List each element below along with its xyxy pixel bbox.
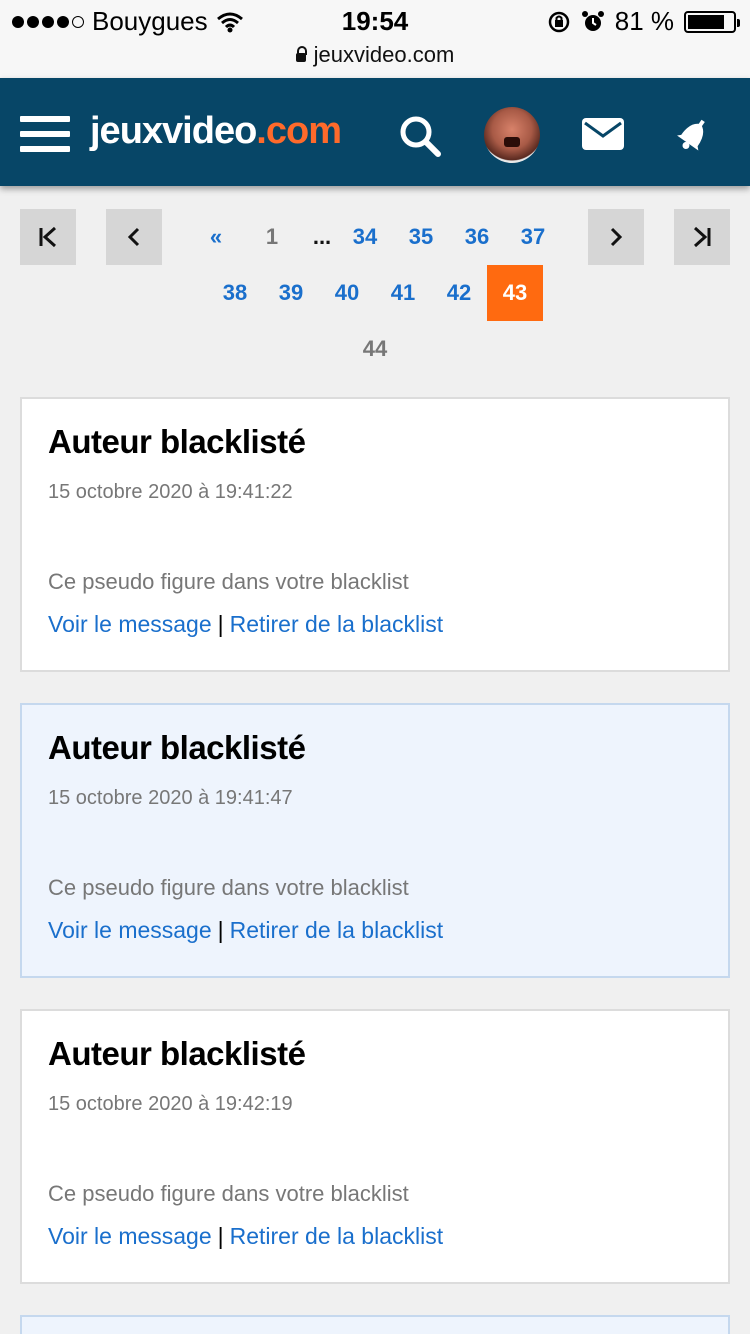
- post-date[interactable]: 15 octobre 2020 à 19:41:22: [48, 481, 293, 504]
- logo-main-text: jeuxvideo: [90, 110, 257, 152]
- page-link[interactable]: 38: [207, 265, 263, 321]
- view-message-link[interactable]: Voir le message: [48, 1223, 212, 1249]
- first-page-icon: [39, 226, 57, 248]
- page-link[interactable]: 36: [449, 209, 505, 265]
- post-author: Auteur blacklisté: [48, 1035, 306, 1072]
- page-current: 43: [487, 265, 543, 321]
- remove-blacklist-link[interactable]: Retirer de la blacklist: [230, 611, 443, 637]
- prev-page-button[interactable]: [106, 209, 162, 265]
- page-link[interactable]: 41: [375, 265, 431, 321]
- post-author: Auteur blacklisté: [48, 423, 306, 460]
- mail-icon[interactable]: [582, 118, 624, 150]
- blacklist-notice: Ce pseudo figure dans votre blacklist: [48, 1181, 409, 1206]
- blacklist-notice: Ce pseudo figure dans votre blacklist: [48, 875, 409, 900]
- address-bar[interactable]: jeuxvideo.com: [0, 42, 750, 68]
- page-link[interactable]: 44: [347, 321, 403, 377]
- view-message-link[interactable]: Voir le message: [48, 917, 212, 943]
- page-link[interactable]: 35: [393, 209, 449, 265]
- status-right: 81 %: [547, 6, 740, 37]
- page-link[interactable]: 39: [263, 265, 319, 321]
- post-card: Auteur blacklisté 15 octobre 2020 à 19:4…: [20, 1009, 730, 1284]
- page-link[interactable]: 40: [319, 265, 375, 321]
- menu-icon[interactable]: [20, 116, 70, 156]
- pagination: « 1 ... 34 35 36 37 38 39 40 41 42 43 44: [0, 186, 750, 386]
- status-bar: Bouygues 19:54 81 % jeuxvideo.com: [0, 0, 750, 78]
- page-link[interactable]: 42: [431, 265, 487, 321]
- url-text: jeuxvideo.com: [313, 42, 455, 67]
- post-actions: Voir le message | Retirer de la blacklist: [48, 1223, 443, 1250]
- logo-accent-text: .com: [256, 110, 342, 152]
- separator: |: [217, 611, 224, 637]
- avatar[interactable]: [484, 107, 540, 163]
- post-card-partial: [20, 1315, 730, 1334]
- blacklist-notice: Ce pseudo figure dans votre blacklist: [48, 569, 409, 594]
- last-page-icon: [693, 226, 711, 248]
- view-message-link[interactable]: Voir le message: [48, 611, 212, 637]
- remove-blacklist-link[interactable]: Retirer de la blacklist: [230, 917, 443, 943]
- post-date[interactable]: 15 octobre 2020 à 19:42:19: [48, 1093, 293, 1116]
- search-icon[interactable]: [398, 114, 442, 158]
- page-link[interactable]: 37: [505, 209, 561, 265]
- battery-icon: [684, 10, 740, 33]
- page-link[interactable]: 34: [337, 209, 393, 265]
- separator: |: [217, 1223, 224, 1249]
- site-header: jeuxvideo.com: [0, 78, 750, 186]
- site-logo[interactable]: jeuxvideo.com: [90, 110, 342, 153]
- remove-blacklist-link[interactable]: Retirer de la blacklist: [230, 1223, 443, 1249]
- last-page-button[interactable]: [674, 209, 730, 265]
- post-actions: Voir le message | Retirer de la blacklist: [48, 917, 443, 944]
- first-page-button[interactable]: [20, 209, 76, 265]
- page-prev-block[interactable]: «: [188, 209, 244, 265]
- next-page-button[interactable]: [588, 209, 644, 265]
- bell-icon[interactable]: [674, 114, 714, 154]
- post-date[interactable]: 15 octobre 2020 à 19:41:47: [48, 787, 293, 810]
- battery-percent: 81 %: [614, 6, 674, 36]
- chevron-left-icon: [127, 227, 140, 247]
- lock-icon: [295, 46, 307, 62]
- post-author: Auteur blacklisté: [48, 729, 306, 766]
- chevron-right-icon: [610, 227, 623, 247]
- post-card: Auteur blacklisté 15 octobre 2020 à 19:4…: [20, 397, 730, 672]
- post-actions: Voir le message | Retirer de la blacklist: [48, 611, 443, 638]
- post-card: Auteur blacklisté 15 octobre 2020 à 19:4…: [20, 703, 730, 978]
- alarm-icon: [581, 10, 604, 31]
- orientation-lock-icon: [548, 11, 569, 32]
- page-link[interactable]: 1: [244, 209, 300, 265]
- separator: |: [217, 917, 224, 943]
